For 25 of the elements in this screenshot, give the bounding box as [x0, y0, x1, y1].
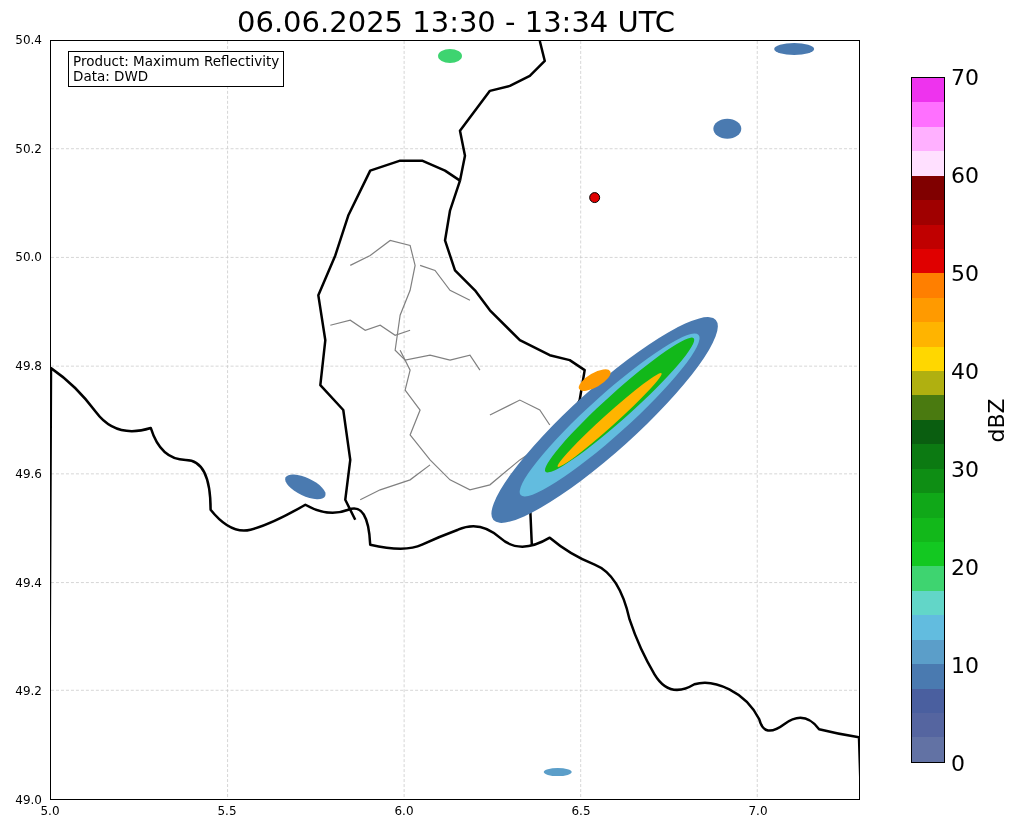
tick-label: 49.2 [15, 684, 42, 699]
tick-label: 5.5 [217, 804, 237, 818]
tick-label: 6.0 [394, 804, 414, 818]
tick-label: 50.0 [15, 250, 42, 265]
tick-label: 49.0 [15, 793, 42, 807]
tick-label: 70 [951, 64, 979, 90]
tick-label: 50.4 [15, 33, 42, 47]
tick-label: 5.0 [40, 804, 60, 818]
tick-label: 49.6 [15, 467, 42, 482]
tick-label: 20 [951, 554, 979, 580]
tick-label: 40 [951, 358, 979, 384]
tick-label: 50.2 [15, 141, 42, 156]
chart-title: 06.06.2025 13:30 - 13:34 UTC [237, 4, 675, 40]
tick-label: 0 [951, 750, 965, 776]
tick-label: 6.5 [571, 804, 591, 818]
axis-label: dBZ [983, 396, 1009, 445]
tick-label: 60 [951, 162, 979, 188]
tick-label: 49.8 [15, 358, 42, 373]
legend-text: Product: Maximum Reflectivity [73, 54, 280, 69]
tick-label: 30 [951, 456, 979, 482]
tick-label: 7.0 [748, 804, 768, 818]
tick-label: 49.4 [15, 575, 42, 590]
legend-text: Data: DWD [73, 69, 150, 84]
tick-label: 50 [951, 260, 979, 286]
tick-label: 10 [951, 652, 979, 678]
